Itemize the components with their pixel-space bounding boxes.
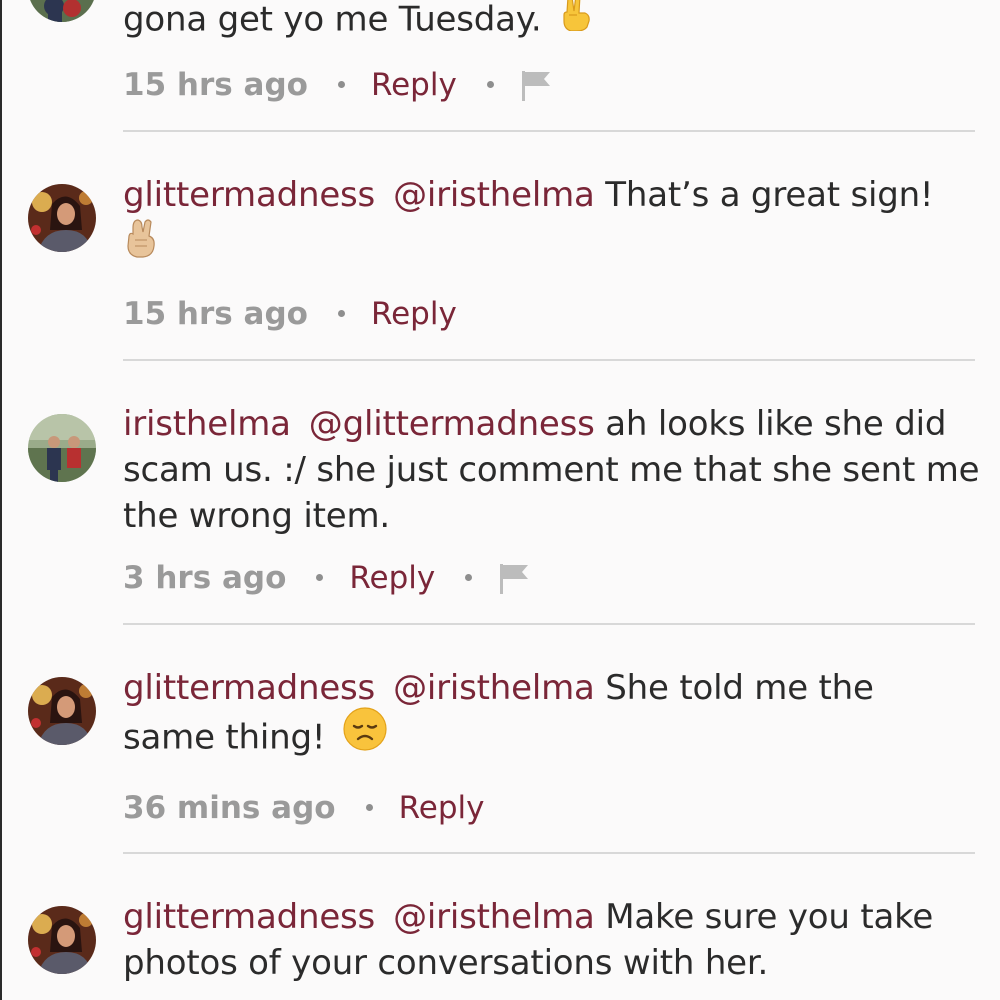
comments-page: gona get yo me Tuesday. 15 hrs ago Reply	[0, 0, 1000, 1000]
comment-timestamp: 36 mins ago	[123, 790, 336, 826]
comment-message-line2: photos of your conversations with her.	[123, 943, 769, 983]
comment-message-line2: same thing!	[123, 717, 326, 758]
comment-divider	[123, 130, 975, 132]
comment-divider	[123, 359, 975, 361]
reply-button[interactable]: Reply	[371, 296, 457, 332]
avatar-iristhelma[interactable]	[28, 0, 96, 22]
comment-username[interactable]: glittermadness	[123, 668, 375, 708]
victory-hand-emoji	[559, 0, 593, 43]
comment-text: glittermadness @iristhelma Make sure you …	[123, 894, 983, 986]
separator-dot	[486, 81, 494, 88]
comment-divider	[123, 623, 975, 625]
avatar-iristhelma[interactable]	[28, 414, 96, 482]
avatar-glittermadness[interactable]	[28, 906, 96, 974]
comment-text: glittermadness @iristhelma That’s a great…	[123, 172, 983, 270]
disappointed-face-emoji	[343, 707, 387, 763]
comment-timestamp: 15 hrs ago	[123, 296, 308, 332]
comment-mention[interactable]: @iristhelma	[393, 668, 595, 708]
comment-mention[interactable]: @iristhelma	[393, 897, 595, 937]
comment-username[interactable]: iristhelma	[123, 404, 291, 444]
comment-meta: 15 hrs ago Reply	[123, 65, 554, 105]
comment-text: iristhelma @glittermadness ah looks like …	[123, 401, 983, 539]
comment-message: That’s a great sign!	[605, 175, 934, 215]
comment-mention[interactable]: @glittermadness	[309, 404, 595, 444]
comment-username[interactable]: glittermadness	[123, 175, 375, 215]
avatar-glittermadness[interactable]	[28, 184, 96, 252]
separator-dot	[365, 804, 373, 811]
separator-dot	[316, 574, 324, 581]
comment-message: gona get yo me Tuesday.	[123, 0, 542, 40]
separator-dot	[465, 574, 473, 581]
comment-divider	[123, 852, 975, 854]
crossed-fingers-emoji	[123, 218, 159, 270]
flag-icon[interactable]	[498, 561, 532, 595]
comment-meta: 36 mins ago Reply	[123, 788, 484, 828]
comment-timestamp: 15 hrs ago	[123, 67, 308, 103]
comment-text: glittermadness @iristhelma She told me th…	[123, 665, 983, 767]
separator-dot	[337, 310, 345, 317]
reply-button[interactable]: Reply	[371, 67, 457, 103]
comment-message-line1: Make sure you take	[605, 897, 934, 937]
comment-text: gona get yo me Tuesday.	[123, 0, 983, 47]
comment-message-line1: She told me the	[605, 668, 874, 708]
comment-mention[interactable]: @iristhelma	[393, 175, 595, 215]
reply-button[interactable]: Reply	[349, 560, 435, 596]
comment-meta: 15 hrs ago Reply	[123, 294, 457, 334]
avatar-glittermadness[interactable]	[28, 677, 96, 745]
comment-meta: 3 hrs ago Reply	[123, 558, 532, 598]
flag-icon[interactable]	[520, 68, 554, 102]
comment-timestamp: 3 hrs ago	[123, 560, 287, 596]
separator-dot	[337, 81, 345, 88]
comment-username[interactable]: glittermadness	[123, 897, 375, 937]
reply-button[interactable]: Reply	[399, 790, 485, 826]
